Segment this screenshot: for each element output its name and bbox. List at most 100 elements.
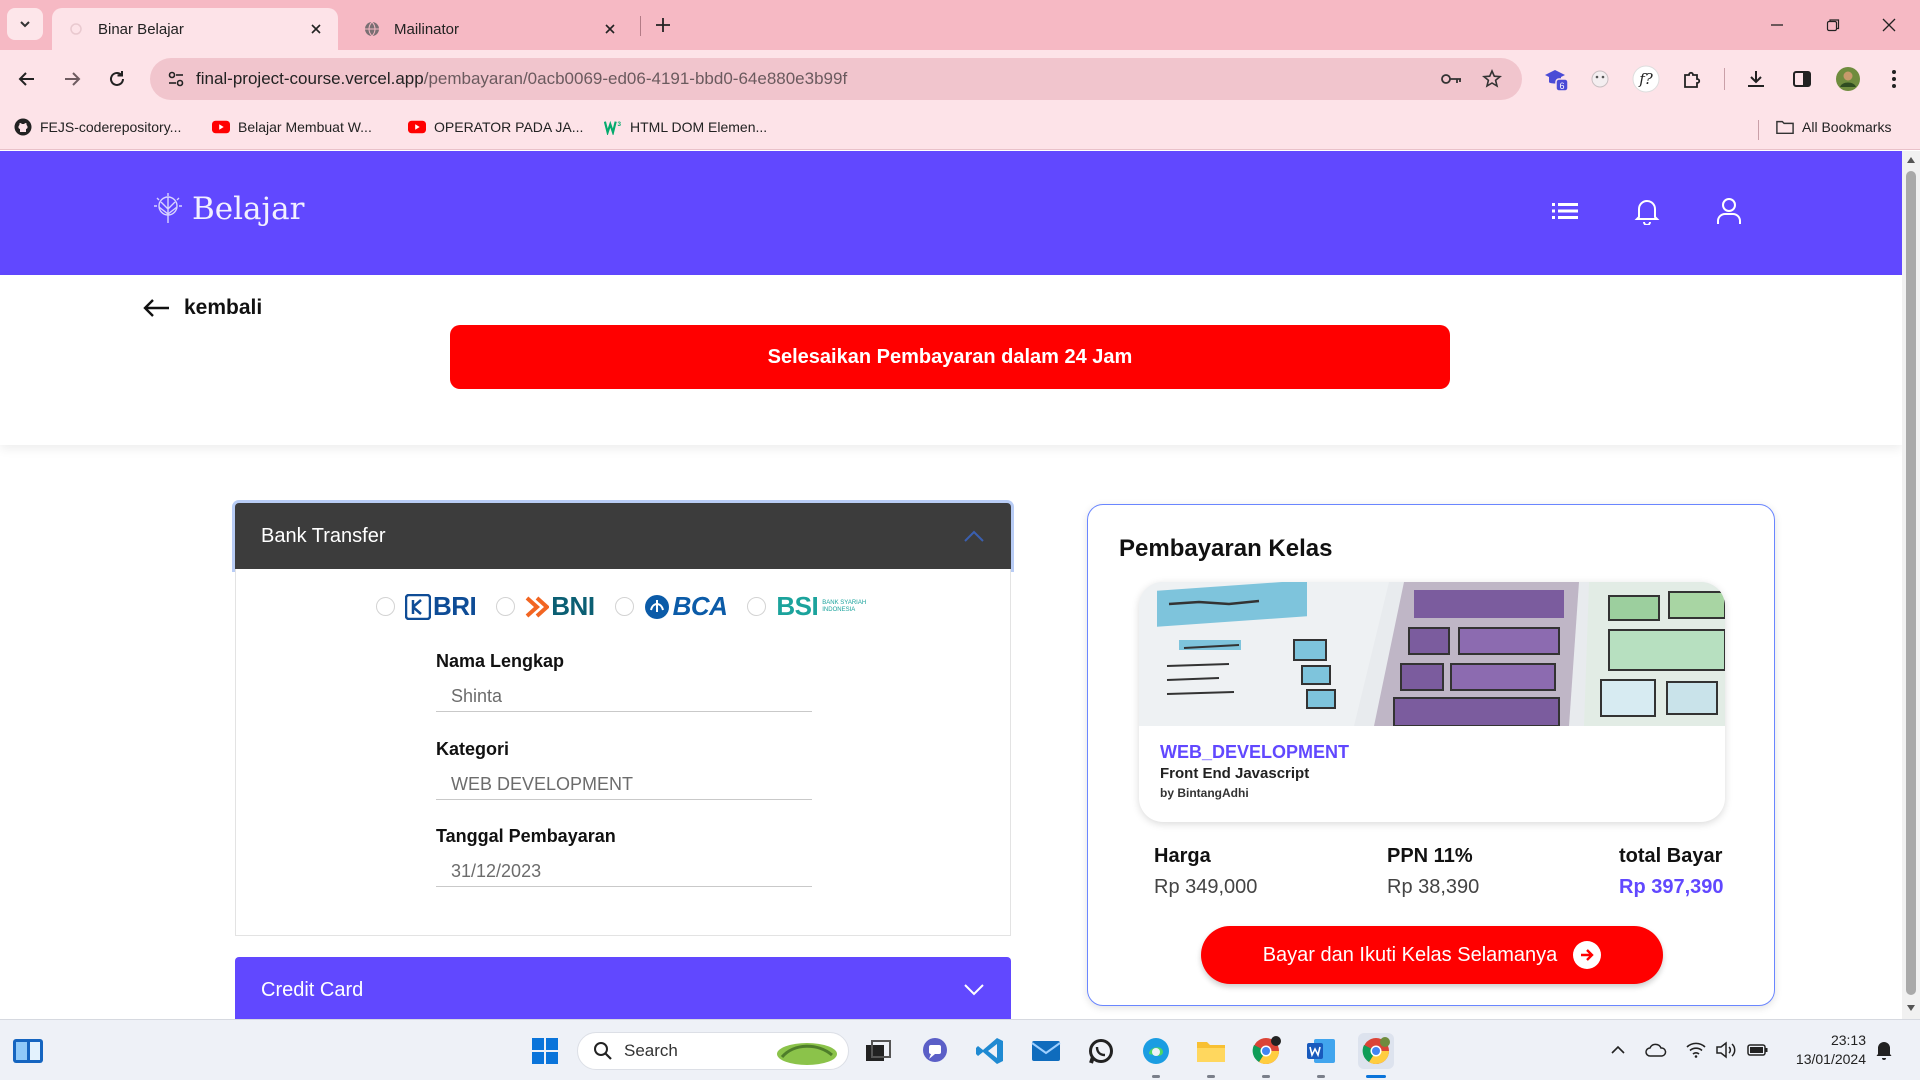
- extensions-puzzle-icon[interactable]: [1676, 63, 1708, 95]
- course-list-button[interactable]: [1548, 194, 1582, 228]
- bank-name: BCA: [672, 591, 728, 621]
- github-icon: [14, 118, 32, 136]
- pay-and-join-button[interactable]: Bayar dan Ikuti Kelas Selamanya: [1201, 926, 1663, 984]
- site-settings-icon[interactable]: [164, 67, 188, 91]
- field-label: Tanggal Pembayaran: [436, 826, 616, 846]
- bank-option-bsi[interactable]: BSI BANK SYARIAH INDONESIA: [747, 591, 866, 622]
- scroll-down-icon[interactable]: [1906, 1003, 1916, 1013]
- widgets-icon[interactable]: [10, 1033, 46, 1069]
- vscode-icon[interactable]: [972, 1033, 1008, 1069]
- reload-icon: [110, 71, 124, 86]
- chrome-active-icon[interactable]: [1358, 1033, 1394, 1069]
- total-value: Rp 397,390: [1619, 876, 1724, 898]
- running-indicator: [1152, 1075, 1160, 1078]
- onedrive-cloud-icon[interactable]: [1644, 1038, 1668, 1062]
- bookmark-item[interactable]: Belajar Membuat W...: [212, 118, 372, 136]
- notification-button[interactable]: [1630, 194, 1664, 228]
- downloads-icon[interactable]: [1740, 63, 1772, 95]
- whatsapp-icon[interactable]: [1083, 1033, 1119, 1069]
- full-name-input[interactable]: Shinta: [436, 682, 812, 712]
- tab-title: Mailinator: [394, 20, 460, 38]
- close-window-button[interactable]: [1874, 12, 1904, 38]
- system-clock[interactable]: 23:13 13/01/2024: [1786, 1031, 1866, 1069]
- reload-button[interactable]: [100, 62, 134, 96]
- browser-menu-icon[interactable]: [1878, 63, 1910, 95]
- bank-option-bri[interactable]: BRI: [376, 591, 477, 622]
- word-icon[interactable]: [1303, 1033, 1339, 1069]
- browser-toolbar: final-project-course.vercel.app/pembayar…: [0, 50, 1920, 108]
- bank-option-bni[interactable]: BNI: [496, 591, 595, 622]
- battery-icon[interactable]: [1746, 1038, 1770, 1062]
- profile-avatar[interactable]: [1832, 63, 1864, 95]
- edge-icon[interactable]: [1138, 1033, 1174, 1069]
- teams-chat-icon[interactable]: [917, 1033, 953, 1069]
- payment-deadline-alert: Selesaikan Pembayaran dalam 24 Jam: [450, 325, 1450, 389]
- bookmark-star-icon[interactable]: [1480, 67, 1504, 91]
- restore-button[interactable]: [1818, 12, 1848, 38]
- profile-button[interactable]: [1712, 194, 1746, 228]
- tab-separator: [640, 16, 641, 36]
- tab-binar-belajar[interactable]: Binar Belajar: [52, 8, 338, 50]
- bookmark-item[interactable]: FEJS-coderepository...: [14, 118, 181, 136]
- taskbar-search-box[interactable]: Search: [577, 1032, 849, 1070]
- forward-button[interactable]: [55, 62, 89, 96]
- user-icon: [1717, 198, 1741, 224]
- bank-radio[interactable]: [614, 597, 634, 616]
- password-key-icon[interactable]: [1440, 67, 1464, 91]
- course-thumbnail-image: [1139, 582, 1725, 726]
- field-label: Nama Lengkap: [436, 651, 565, 671]
- notification-bell-icon[interactable]: [1872, 1038, 1896, 1062]
- address-bar[interactable]: final-project-course.vercel.app/pembayar…: [150, 58, 1522, 100]
- bank-option-bca[interactable]: BCA: [614, 591, 728, 622]
- scroll-thumb[interactable]: [1906, 171, 1916, 995]
- bank-radio[interactable]: [747, 597, 767, 616]
- app-logo[interactable]: Belajar: [148, 189, 304, 229]
- running-indicator: [1317, 1075, 1325, 1078]
- bookmark-item[interactable]: OPERATOR PADA JA...: [408, 118, 583, 136]
- bri-logo: BRI: [405, 591, 477, 622]
- minimize-icon: [1771, 24, 1783, 26]
- wifi-icon[interactable]: [1684, 1038, 1708, 1062]
- bookmark-label: FEJS-coderepository...: [40, 119, 182, 135]
- bank-transfer-panel: BRI BNI BCA BSI BANK SYARIAH INDONESIA N…: [235, 569, 1011, 936]
- tab-mailinator[interactable]: Mailinator: [348, 8, 632, 50]
- bank-radio[interactable]: [496, 597, 516, 616]
- credit-card-accordion-header[interactable]: Credit Card: [235, 957, 1011, 1019]
- app-navbar: Belajar: [0, 151, 1902, 275]
- show-hidden-icons-chevron-up-icon[interactable]: [1606, 1038, 1630, 1062]
- globe-icon: [364, 21, 380, 37]
- bank-transfer-accordion-header[interactable]: Bank Transfer: [235, 503, 1011, 569]
- back-link[interactable]: kembali: [142, 293, 262, 323]
- w3schools-icon: 3: [604, 118, 622, 136]
- close-tab-icon[interactable]: [304, 17, 328, 41]
- mail-icon[interactable]: [1028, 1033, 1064, 1069]
- scroll-up-icon[interactable]: [1906, 155, 1916, 165]
- extension-avatar-icon[interactable]: [1584, 63, 1616, 95]
- back-button[interactable]: [10, 62, 44, 96]
- new-tab-button[interactable]: [650, 12, 676, 38]
- active-indicator: [1366, 1075, 1386, 1078]
- task-view-icon[interactable]: [860, 1033, 896, 1069]
- minimize-button[interactable]: [1762, 12, 1792, 38]
- bank-transfer-label: Bank Transfer: [261, 524, 386, 547]
- payment-date-input[interactable]: 31/12/2023: [436, 857, 812, 887]
- chrome-icon[interactable]: [1248, 1033, 1284, 1069]
- windows-start-icon[interactable]: [527, 1033, 563, 1069]
- side-panel-icon[interactable]: [1786, 63, 1818, 95]
- bca-mark-icon: [644, 594, 669, 619]
- tab-search-button[interactable]: [7, 8, 43, 40]
- tax-label: PPN 11%: [1387, 845, 1473, 867]
- chevron-down-icon: [20, 21, 30, 28]
- all-bookmarks-button[interactable]: All Bookmarks: [1776, 118, 1891, 136]
- extension-cap-icon[interactable]: 6: [1540, 63, 1572, 95]
- function-extension-icon[interactable]: f?: [1630, 63, 1662, 95]
- file-explorer-icon[interactable]: [1193, 1033, 1229, 1069]
- close-tab-icon[interactable]: [598, 17, 622, 41]
- url-path: /pembayaran/0acb0069-ed06-4191-bbd0-64e8…: [423, 69, 848, 88]
- bank-radio[interactable]: [376, 597, 395, 616]
- page-scrollbar[interactable]: [1902, 151, 1920, 1019]
- volume-icon[interactable]: [1714, 1038, 1738, 1062]
- category-input[interactable]: WEB DEVELOPMENT: [436, 770, 812, 800]
- bookmark-item[interactable]: 3 HTML DOM Elemen...: [604, 118, 767, 136]
- youtube-icon: [212, 118, 230, 136]
